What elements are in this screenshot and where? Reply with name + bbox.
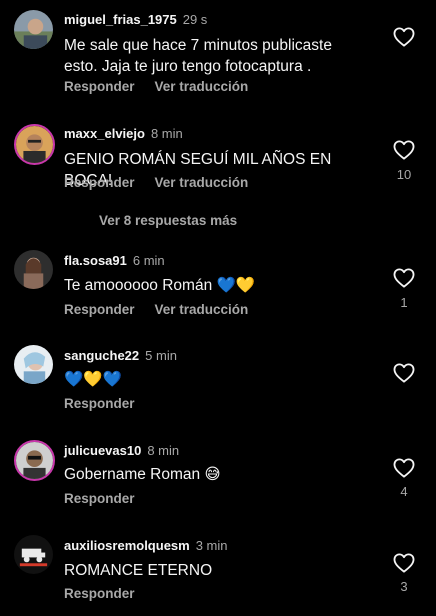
username[interactable]: maxx_elviejo bbox=[64, 126, 145, 141]
username[interactable]: miguel_frias_1975 bbox=[64, 12, 177, 27]
avatar-image bbox=[14, 10, 53, 49]
like-button[interactable] bbox=[393, 363, 415, 383]
comment-text: 💙💛💙 bbox=[64, 371, 122, 388]
comment-meta: sanguche22 5 min bbox=[64, 348, 177, 363]
reply-button[interactable]: Responder bbox=[64, 175, 135, 190]
avatar[interactable] bbox=[14, 440, 55, 481]
avatar[interactable] bbox=[14, 345, 53, 384]
comment-item: miguel_frias_1975 29 s Me sale que hace 7… bbox=[0, 0, 436, 110]
avatar[interactable] bbox=[14, 535, 53, 574]
avatar[interactable] bbox=[14, 250, 53, 289]
like-count: 3 bbox=[400, 579, 408, 594]
comment-actions: Responder bbox=[64, 586, 135, 601]
comment-meta: fla.sosa91 6 min bbox=[64, 253, 165, 268]
translate-button[interactable]: Ver traducción bbox=[155, 302, 249, 317]
translate-button[interactable]: Ver traducción bbox=[155, 79, 249, 94]
comment-meta: julicuevas10 8 min bbox=[64, 443, 179, 458]
comment-meta: miguel_frias_1975 29 s bbox=[64, 12, 207, 27]
reply-button[interactable]: Responder bbox=[64, 586, 135, 601]
timestamp: 5 min bbox=[145, 348, 177, 363]
heart-outline-icon bbox=[393, 363, 415, 383]
comment-actions: Responder bbox=[64, 396, 135, 411]
translate-button[interactable]: Ver traducción bbox=[155, 175, 249, 190]
reply-button[interactable]: Responder bbox=[64, 396, 135, 411]
like-button[interactable] bbox=[393, 140, 415, 160]
timestamp: 6 min bbox=[132, 253, 165, 268]
comment-item: sanguche22 5 min 💙💛💙 Responder bbox=[0, 335, 436, 427]
like-button[interactable] bbox=[393, 553, 415, 573]
comment-meta: maxx_elviejo 8 min bbox=[64, 126, 183, 141]
avatar-image bbox=[14, 345, 53, 384]
timestamp: 3 min bbox=[195, 538, 228, 553]
avatar-image bbox=[14, 535, 53, 574]
like-button[interactable] bbox=[393, 27, 415, 47]
comment-text: Gobername Roman 😅 bbox=[64, 466, 221, 483]
comment-text: Me sale que hace 7 minutos publicaste es… bbox=[64, 37, 332, 75]
view-more-replies-button[interactable]: Ver 8 respuestas más bbox=[99, 213, 237, 228]
like-count: 1 bbox=[400, 295, 408, 310]
heart-outline-icon bbox=[393, 268, 415, 288]
comment-item: maxx_elviejo 8 min GENIO ROMÁN SEGUÍ MIL … bbox=[0, 110, 436, 202]
heart-outline-icon bbox=[393, 553, 415, 573]
like-button[interactable] bbox=[393, 268, 415, 288]
heart-outline-icon bbox=[393, 27, 415, 47]
avatar-image bbox=[16, 126, 53, 163]
timestamp: 29 s bbox=[182, 12, 208, 27]
timestamp: 8 min bbox=[147, 443, 180, 458]
username[interactable]: julicuevas10 bbox=[64, 443, 141, 458]
comment-item: fla.sosa91 6 min Te amoooooo Román 💙💛 Res… bbox=[0, 240, 436, 332]
comment-actions: Responder Ver traducción bbox=[64, 175, 248, 190]
comment-meta: auxiliosremolquesm 3 min bbox=[64, 538, 228, 553]
username[interactable]: fla.sosa91 bbox=[64, 253, 127, 268]
avatar[interactable] bbox=[14, 10, 53, 49]
comment-item: julicuevas10 8 min Gobername Roman 😅 Resp… bbox=[0, 430, 436, 522]
comment-text: ROMANCE ETERNO bbox=[64, 562, 213, 579]
reply-button[interactable]: Responder bbox=[64, 302, 135, 317]
heart-outline-icon bbox=[393, 140, 415, 160]
like-button[interactable] bbox=[393, 458, 415, 478]
reply-button[interactable]: Responder bbox=[64, 79, 135, 94]
avatar[interactable] bbox=[14, 124, 55, 165]
avatar-image bbox=[14, 250, 53, 289]
comment-text: Te amoooooo Román 💙💛 bbox=[64, 277, 256, 294]
username[interactable]: sanguche22 bbox=[64, 348, 139, 363]
heart-outline-icon bbox=[393, 458, 415, 478]
like-count: 4 bbox=[400, 484, 408, 499]
comment-item: auxiliosremolquesm 3 min ROMANCE ETERNO R… bbox=[0, 524, 436, 616]
comment-actions: Responder Ver traducción bbox=[64, 79, 248, 94]
reply-button[interactable]: Responder bbox=[64, 491, 135, 506]
comment-actions: Responder Ver traducción bbox=[64, 302, 248, 317]
avatar-image bbox=[16, 442, 53, 479]
timestamp: 8 min bbox=[150, 126, 183, 141]
like-count: 10 bbox=[396, 167, 412, 182]
comment-actions: Responder bbox=[64, 491, 135, 506]
username[interactable]: auxiliosremolquesm bbox=[64, 538, 190, 553]
